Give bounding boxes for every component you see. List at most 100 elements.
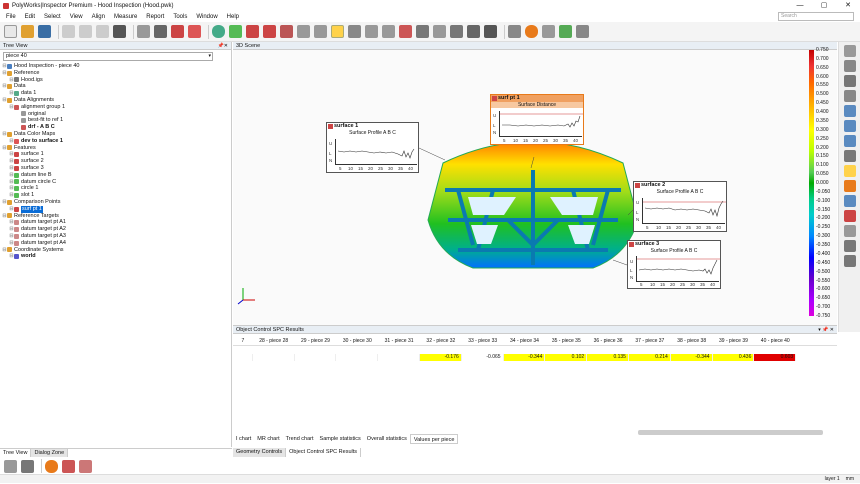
settings-icon[interactable] [844, 255, 856, 267]
tab-geometry-controls[interactable]: Geometry Controls [233, 448, 287, 457]
shield-icon[interactable] [188, 25, 201, 38]
menu-view[interactable]: View [70, 14, 83, 20]
spc-column-header[interactable]: 32 - piece 32 [420, 336, 462, 345]
spc-value-cell[interactable] [233, 354, 253, 361]
spc-column-header[interactable]: 7 [233, 336, 253, 345]
hood-model[interactable] [233, 50, 837, 325]
spc-column-header[interactable]: 33 - piece 33 [462, 336, 504, 345]
3d-scene-panel[interactable]: 3D Scene [233, 42, 837, 325]
pin-icon[interactable]: 📌✕ [218, 42, 228, 50]
display-icon[interactable] [844, 150, 856, 162]
spc-value-cell[interactable]: 0.102 [545, 354, 588, 361]
pick-icon[interactable] [844, 210, 856, 222]
tree-item[interactable]: ⊟ Comparison Points [2, 199, 231, 206]
maximize-button[interactable]: ▢ [812, 0, 836, 11]
tree-item[interactable]: ⊟ alignment group 1 [2, 104, 231, 111]
tab-trend-chart[interactable]: Trend chart [283, 434, 317, 444]
tree-item[interactable]: ⊟ surf pt 1 [2, 205, 231, 213]
tab-sample-statistics[interactable]: Sample statistics [317, 434, 364, 444]
menu-help[interactable]: Help [227, 14, 239, 20]
tree-item[interactable]: ⊟ Features [2, 145, 231, 152]
redo-icon[interactable] [79, 25, 92, 38]
probe-tool-icon[interactable] [844, 195, 856, 207]
curve-icon[interactable] [399, 25, 412, 38]
menu-align[interactable]: Align [92, 14, 105, 20]
tree-item[interactable]: ⊟ datum target pt A3 [2, 233, 231, 240]
spc-column-header[interactable]: 38 - piece 38 [671, 336, 713, 345]
tree-item[interactable]: ⊟ dev to surface 1 [2, 138, 231, 145]
spc-value-cell[interactable]: 0.603 [754, 354, 797, 361]
open-icon[interactable] [21, 25, 34, 38]
menu-select[interactable]: Select [44, 14, 61, 20]
spc-value-cell[interactable]: -0.065 [461, 354, 504, 361]
colormap-toggle-icon[interactable] [844, 180, 856, 192]
report-icon[interactable] [433, 25, 446, 38]
spc-value-cell[interactable] [336, 354, 379, 361]
close-button[interactable]: ✕ [836, 0, 860, 11]
tab-overall-statistics[interactable]: Overall statistics [364, 434, 410, 444]
menu-measure[interactable]: Measure [114, 14, 137, 20]
align-icon[interactable] [246, 25, 259, 38]
tree-item[interactable]: ⊟ datum line B [2, 172, 231, 179]
sphere-icon[interactable] [212, 25, 225, 38]
spc-column-header[interactable]: 36 - piece 36 [587, 336, 629, 345]
grid-icon[interactable] [467, 25, 480, 38]
tree-item[interactable]: original [2, 111, 231, 118]
tree-item[interactable]: ⊟ datum target pt A2 [2, 226, 231, 233]
spc-value-cell[interactable]: -0.344 [503, 354, 546, 361]
table-icon[interactable] [484, 25, 497, 38]
gauge-icon[interactable] [382, 25, 395, 38]
tab-values-per-piece[interactable]: Values per piece [409, 434, 459, 444]
minimize-button[interactable]: — [788, 0, 812, 11]
forward-icon[interactable] [96, 25, 109, 38]
callout-surface-3[interactable]: surface 3 Surface Profile A B C U L N 5 … [627, 240, 721, 289]
zoom-fit-icon[interactable] [844, 90, 856, 102]
spc-value-cell[interactable]: -0.176 [419, 354, 462, 361]
tree-item[interactable]: ⊟ surface 3 [2, 165, 231, 172]
camera-icon[interactable] [450, 25, 463, 38]
view-iso-icon[interactable] [844, 120, 856, 132]
tab-i-chart[interactable]: I chart [233, 434, 254, 444]
spc-value-cell[interactable] [294, 354, 337, 361]
play-icon[interactable] [525, 25, 538, 38]
export-icon[interactable] [508, 25, 521, 38]
spc-column-header[interactable]: 31 - piece 31 [378, 336, 420, 345]
tab-tree-view[interactable]: Tree View [0, 449, 32, 457]
spc-column-header[interactable]: 40 - piece 40 [754, 336, 796, 345]
tree-item[interactable]: ⊟ datum target pt A4 [2, 240, 231, 247]
spc-value-cell[interactable] [378, 354, 420, 361]
callout-surf-pt-1[interactable]: surf pt 1 Surface Distance U L N 5 10 15… [490, 94, 584, 145]
tree-item[interactable]: ⊟ Reference Targets [2, 213, 231, 220]
spc-value-cell[interactable] [252, 354, 295, 361]
probe-point-icon[interactable] [45, 459, 58, 473]
zoom-icon[interactable] [314, 25, 327, 38]
capture-icon[interactable] [113, 25, 126, 38]
menu-window[interactable]: Window [196, 14, 217, 20]
spc-column-header[interactable]: 28 - piece 28 [253, 336, 295, 345]
spc-value-cell[interactable]: 0.214 [628, 354, 671, 361]
measure-icon[interactable] [365, 25, 378, 38]
tree-item[interactable]: ⊟ world [2, 253, 231, 260]
check-icon[interactable] [559, 25, 572, 38]
spc-column-header[interactable]: 29 - piece 29 [295, 336, 337, 345]
tree-item[interactable]: best-fit to ref 1 [2, 117, 231, 124]
menu-edit[interactable]: Edit [25, 14, 35, 20]
select-icon[interactable] [154, 25, 167, 38]
undo-icon[interactable] [62, 25, 75, 38]
tab-dialog-zone[interactable]: Dialog Zone [31, 449, 69, 457]
move-icon[interactable] [844, 45, 856, 57]
tree-item[interactable]: ⊟ Coordinate Systems [2, 247, 231, 254]
spc-icon[interactable] [331, 25, 344, 38]
tree-filter-dropdown[interactable]: piece 40 ▾ [3, 52, 213, 61]
tree-item[interactable]: ⊟ datum target pt A1 [2, 219, 231, 226]
target-icon[interactable] [263, 25, 276, 38]
spc-column-header[interactable]: 39 - piece 39 [713, 336, 755, 345]
hand-icon[interactable] [844, 225, 856, 237]
tree-item[interactable]: ⊟ data 1 [2, 90, 231, 97]
rotate-icon[interactable] [844, 60, 856, 72]
pointer-icon[interactable] [4, 459, 17, 473]
tree-item[interactable]: ⊟ circle 1 [2, 185, 231, 192]
tree-item[interactable]: ⊟ datum circle C [2, 179, 231, 186]
callout-surface-1[interactable]: surface 1 Surface Profile A B C U L N 5 … [326, 122, 419, 173]
menu-report[interactable]: Report [146, 14, 164, 20]
